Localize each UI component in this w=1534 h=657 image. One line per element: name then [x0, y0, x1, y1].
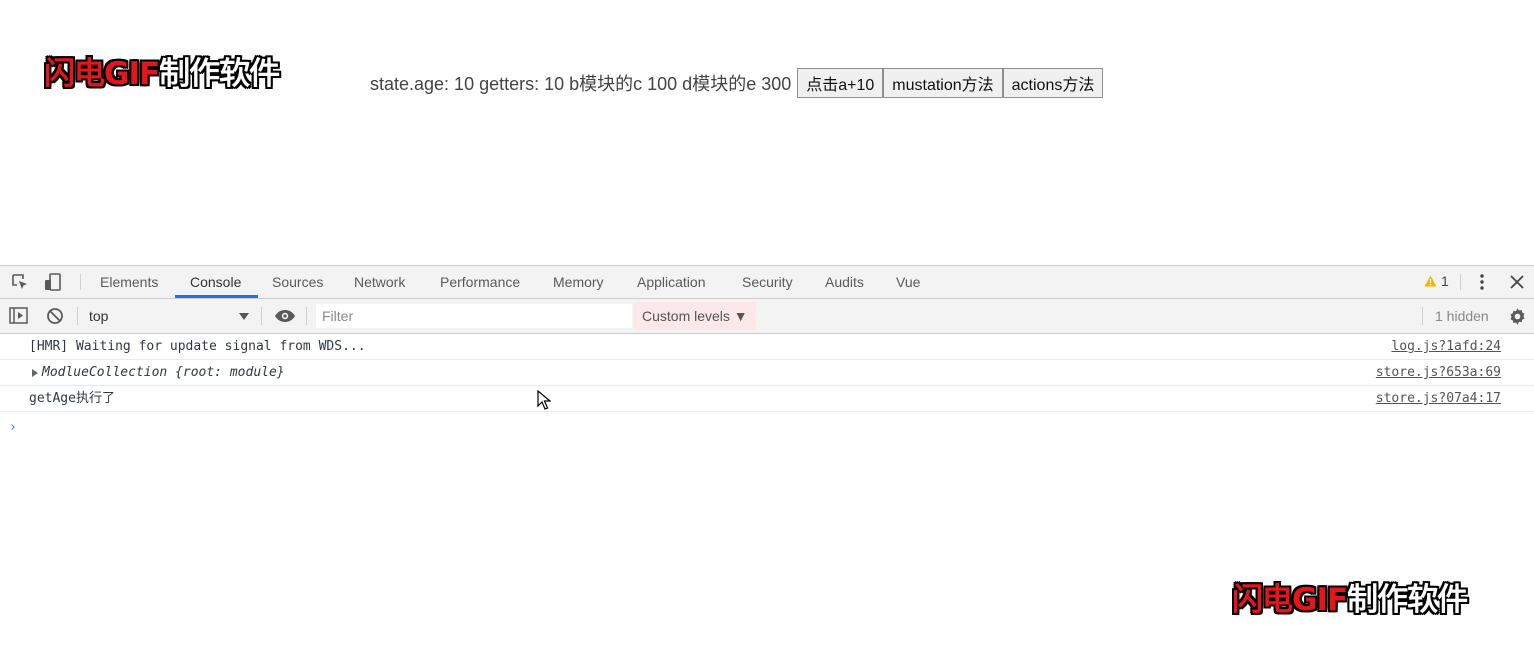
tab-security[interactable]: Security	[741, 266, 794, 298]
tab-elements[interactable]: Elements	[99, 266, 159, 298]
console-message[interactable]: ModlueCollection {root: module} store.js…	[0, 360, 1534, 386]
actions-button[interactable]: actions方法	[1002, 68, 1104, 98]
console-message: [HMR] Waiting for update signal from WDS…	[0, 334, 1534, 360]
watermark-red-text: 闪电GIF	[1232, 582, 1348, 618]
tab-application[interactable]: Application	[636, 266, 707, 298]
app-state-text: state.age: 10 getters: 10 b模块的c 100 d模块的…	[370, 74, 792, 94]
kebab-menu-icon[interactable]	[1477, 273, 1487, 291]
sidebar-toggle-icon[interactable]	[9, 307, 28, 324]
clear-console-icon[interactable]	[46, 307, 64, 325]
warning-count: 1	[1441, 273, 1449, 289]
mouse-cursor-icon	[537, 390, 551, 410]
tabbar-separator	[80, 274, 81, 290]
source-link[interactable]: log.js?1afd:24	[1391, 334, 1501, 359]
console-message: getAge执行了 store.js?07a4:17	[0, 386, 1534, 412]
message-text: getAge执行了	[29, 391, 115, 406]
inspect-icon[interactable]	[11, 273, 29, 291]
tab-audits[interactable]: Audits	[824, 266, 865, 298]
context-selector[interactable]: top	[89, 299, 108, 333]
close-icon[interactable]	[1510, 275, 1524, 289]
message-text: ModlueCollection {root: module}	[42, 365, 285, 380]
tab-performance[interactable]: Performance	[439, 266, 521, 298]
active-tab-indicator	[175, 295, 258, 298]
watermark-top: 闪电GIF制作软件	[44, 48, 280, 93]
watermark-red-text: 闪电GIF	[44, 56, 160, 92]
console-prompt: ›	[9, 420, 17, 435]
tab-network[interactable]: Network	[353, 266, 406, 298]
message-text: [HMR] Waiting for update signal from WDS…	[29, 339, 366, 354]
chevron-down-icon	[239, 313, 249, 320]
warning-counter[interactable]: 1	[1424, 273, 1449, 289]
console-prompt-row[interactable]: ›	[0, 412, 1534, 436]
warning-icon	[1424, 275, 1437, 287]
tabbar-separator-right	[1460, 274, 1461, 290]
log-levels-dropdown[interactable]: Custom levels ▼	[634, 302, 756, 330]
toolbar-separator-2	[261, 307, 262, 325]
console-output: [HMR] Waiting for update signal from WDS…	[0, 334, 1534, 436]
expand-triangle-icon[interactable]	[32, 369, 38, 377]
mutation-button[interactable]: mustation方法	[883, 68, 1003, 98]
source-link[interactable]: store.js?653a:69	[1376, 360, 1501, 385]
devtools-tabbar: Elements Console Sources Network Perform…	[0, 266, 1534, 299]
console-toolbar: top Custom levels ▼ 1 hidden	[0, 299, 1534, 334]
tab-sources[interactable]: Sources	[271, 266, 324, 298]
device-toggle-icon[interactable]	[44, 273, 62, 291]
gear-icon[interactable]	[1508, 307, 1527, 326]
tab-console[interactable]: Console	[189, 266, 242, 298]
watermark-white-text: 制作软件	[159, 56, 280, 92]
hidden-count: 1 hidden	[1435, 308, 1489, 324]
tab-vue[interactable]: Vue	[895, 266, 921, 298]
filter-input[interactable]	[316, 304, 632, 328]
watermark-white-text: 制作软件	[1347, 582, 1468, 618]
source-link[interactable]: store.js?07a4:17	[1376, 386, 1501, 411]
toolbar-separator	[77, 307, 78, 325]
tab-memory[interactable]: Memory	[552, 266, 605, 298]
toolbar-separator-4	[1422, 307, 1423, 325]
eye-icon[interactable]	[274, 309, 296, 323]
add-ten-button[interactable]: 点击a+10	[797, 68, 884, 98]
watermark-bottom: 闪电GIF制作软件	[1232, 574, 1468, 619]
app-content: state.age: 10 getters: 10 b模块的c 100 d模块的…	[370, 68, 1104, 98]
toolbar-separator-3	[306, 307, 307, 325]
page-viewport: 闪电GIF制作软件 state.age: 10 getters: 10 b模块的…	[0, 0, 1534, 265]
